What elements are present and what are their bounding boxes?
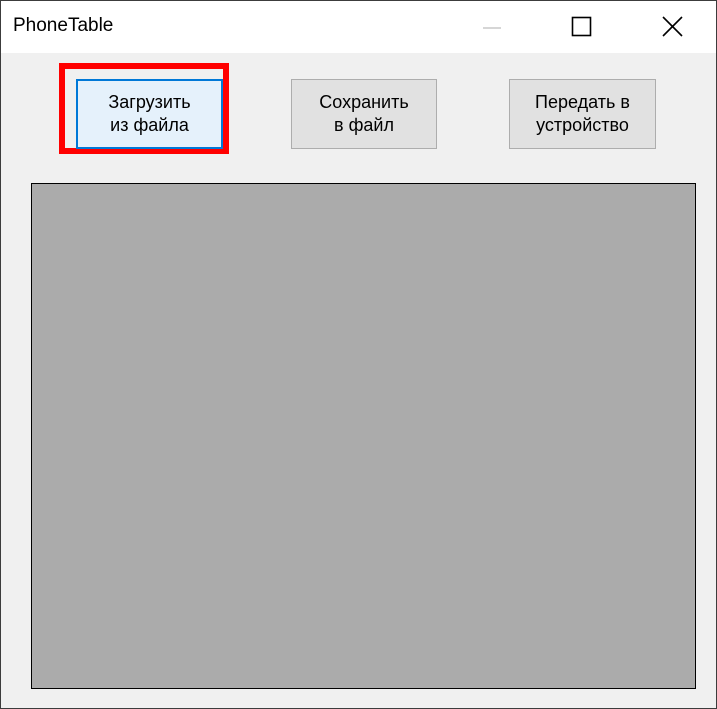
maximize-icon (571, 16, 592, 37)
close-button[interactable] (646, 1, 702, 53)
save-to-file-button[interactable]: Сохранить в файл (291, 79, 437, 149)
maximize-button[interactable] (555, 1, 611, 53)
data-grid[interactable] (31, 183, 696, 689)
load-button-label: Загрузить из файла (108, 92, 191, 135)
minimize-icon (483, 27, 501, 29)
close-icon (662, 16, 683, 37)
minimize-button[interactable] (463, 1, 519, 53)
load-from-file-button[interactable]: Загрузить из файла (76, 79, 223, 149)
title-bar[interactable]: PhoneTable (1, 1, 716, 53)
app-window: PhoneTable Загрузить из файла Сохранить … (0, 0, 717, 709)
window-title: PhoneTable (13, 15, 114, 36)
send-to-device-button[interactable]: Передать в устройство (509, 79, 656, 149)
save-button-label: Сохранить в файл (319, 92, 409, 135)
client-area: Загрузить из файла Сохранить в файл Пере… (1, 53, 716, 708)
send-button-label: Передать в устройство (535, 92, 630, 135)
